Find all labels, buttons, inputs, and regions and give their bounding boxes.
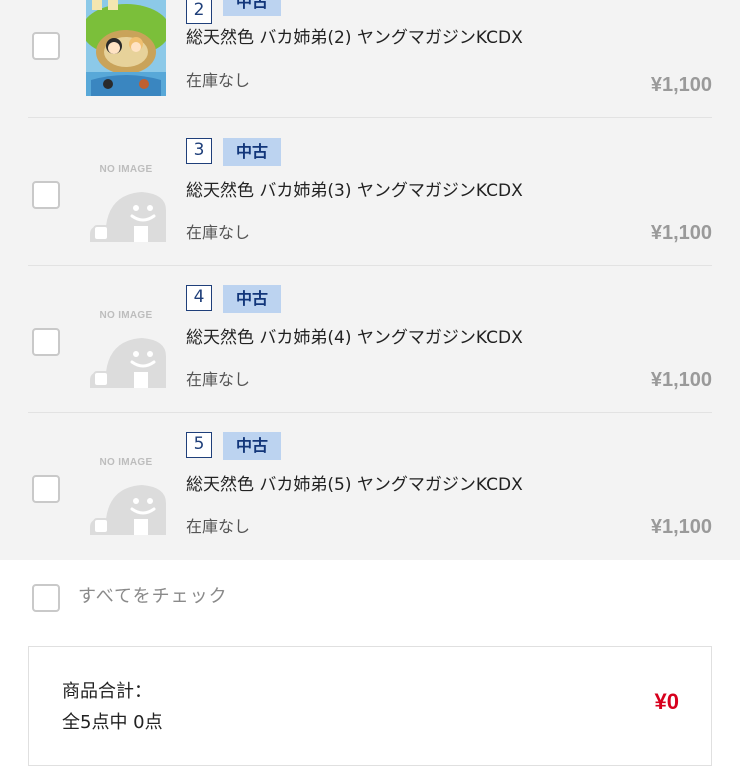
cart-item-list: 2 中古 総天然色 バカ姉弟(2) ヤングマガジンKCDX 在庫なし ¥1,10… [0,0,740,560]
volume-number: 5 [186,432,212,458]
volume-number: 2 [186,0,212,24]
check-all-row[interactable]: すべてをチェック [28,580,712,620]
subtotal-label: 商品合計： [62,681,152,702]
item-price: ¥1,100 [650,74,712,96]
check-all-label[interactable]: すべてをチェック [78,582,228,608]
item-price: ¥1,100 [650,516,712,538]
smiley-icon [90,338,166,388]
condition-badge: 中古 [223,432,281,460]
item-checkbox[interactable] [32,475,60,503]
item-price: ¥1,100 [650,369,712,391]
stock-status: 在庫なし [186,223,251,242]
stock-status: 在庫なし [186,71,251,90]
cover-illustration [86,0,166,96]
condition-badge: 中古 [223,285,281,313]
stock-status: 在庫なし [186,370,251,389]
selected-count: 全5点中 0点 [62,712,163,733]
order-summary: 商品合計： 全5点中 0点 ¥0 [28,646,712,766]
check-all-checkbox[interactable] [32,584,60,612]
item-checkbox[interactable] [32,32,60,60]
product-title[interactable]: 総天然色 バカ姉弟(5) ヤングマガジンKCDX [186,470,523,495]
no-image-placeholder: NO IMAGE [86,292,166,388]
item-checkbox[interactable] [32,181,60,209]
product-title[interactable]: 総天然色 バカ姉弟(4) ヤングマガジンKCDX [186,323,523,348]
item-price: ¥1,100 [650,222,712,244]
product-cover-image[interactable] [86,0,166,96]
volume-number: 3 [186,138,212,164]
product-title[interactable]: 総天然色 バカ姉弟(3) ヤングマガジンKCDX [186,176,523,201]
product-title[interactable]: 総天然色 バカ姉弟(2) ヤングマガジンKCDX [186,23,523,48]
cart-item: NO IMAGE 3 中古 総天然色 バカ姉弟(3) ヤングマガジンKCDX 在… [28,118,712,264]
condition-badge: 中古 [223,138,281,166]
cart-item: NO IMAGE 4 中古 総天然色 バカ姉弟(4) ヤングマガジンKCDX 在… [28,266,712,412]
smiley-icon [90,485,166,535]
item-checkbox[interactable] [32,328,60,356]
stock-status: 在庫なし [186,517,251,536]
no-image-placeholder: NO IMAGE [86,439,166,535]
no-image-placeholder: NO IMAGE [86,146,166,242]
cart-item: 2 中古 総天然色 バカ姉弟(2) ヤングマガジンKCDX 在庫なし ¥1,10… [28,0,712,116]
smiley-icon [90,192,166,242]
condition-badge: 中古 [223,0,281,16]
volume-number: 4 [186,285,212,311]
subtotal-price: ¥0 [654,689,679,714]
cart-item: NO IMAGE 5 中古 総天然色 バカ姉弟(5) ヤングマガジンKCDX 在… [28,413,712,559]
